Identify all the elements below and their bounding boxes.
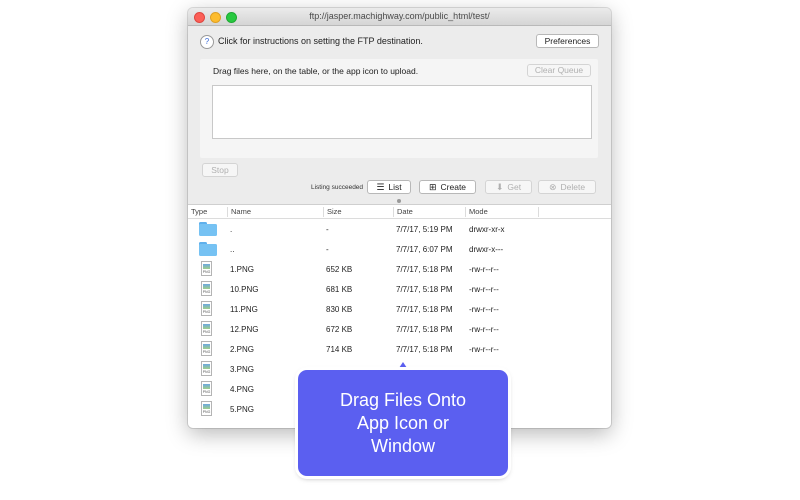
- list-button[interactable]: ☰ List: [367, 180, 411, 194]
- file-size: -: [326, 225, 329, 234]
- column-header-date[interactable]: Date: [394, 207, 466, 217]
- file-date: 7/7/17, 5:18 PM: [396, 305, 453, 314]
- file-name: ..: [230, 245, 235, 254]
- column-header-mode[interactable]: Mode: [466, 207, 539, 217]
- table-row[interactable]: PNG 11.PNG 830 KB 7/7/17, 5:18 PM -rw-r--r--: [188, 299, 611, 319]
- table-header: Type Name Size Date Mode: [188, 205, 611, 219]
- file-size: 830 KB: [326, 305, 353, 314]
- table-row[interactable]: PNG 2.PNG 714 KB 7/7/17, 5:18 PM -rw-r--r--: [188, 339, 611, 359]
- zoom-window-button[interactable]: [226, 12, 237, 23]
- delete-label: Delete: [560, 182, 586, 192]
- split-view-divider[interactable]: [188, 199, 611, 203]
- column-header-type[interactable]: Type: [188, 207, 228, 217]
- toolbar: Listing succeeded ☰ List ⊞ Create ⬇ Get …: [188, 180, 611, 196]
- file-mode: drwxr-xr-x: [469, 225, 505, 234]
- list-icon: ☰: [376, 182, 385, 192]
- png-file-icon: PNG: [201, 401, 212, 416]
- upload-drop-area[interactable]: Drag files here, on the table, or the ap…: [200, 59, 598, 158]
- file-date: 7/7/17, 5:19 PM: [396, 225, 453, 234]
- png-file-icon: PNG: [201, 261, 212, 276]
- file-name: 3.PNG: [230, 365, 255, 374]
- drop-instructions: Drag files here, on the table, or the ap…: [213, 66, 419, 76]
- file-date: 7/7/17, 5:18 PM: [396, 285, 453, 294]
- callout-text: Drag Files Onto App Icon or Window: [298, 389, 508, 458]
- file-name: 2.PNG: [230, 345, 255, 354]
- file-name: 1.PNG: [230, 265, 255, 274]
- file-name: 12.PNG: [230, 325, 259, 334]
- file-mode: -rw-r--r--: [469, 305, 499, 314]
- instructions-text: Click for instructions on setting the FT…: [218, 36, 423, 46]
- file-mode: -rw-r--r--: [469, 325, 499, 334]
- callout-line-3: Window: [370, 436, 436, 456]
- file-name: .: [230, 225, 233, 234]
- table-row[interactable]: PNG 12.PNG 672 KB 7/7/17, 5:18 PM -rw-r--r--: [188, 319, 611, 339]
- file-mode: -rw-r--r--: [469, 345, 499, 354]
- table-row[interactable]: PNG 10.PNG 681 KB 7/7/17, 5:18 PM -rw-r--r--: [188, 279, 611, 299]
- create-label: Create: [440, 182, 467, 192]
- file-name: 10.PNG: [230, 285, 259, 294]
- stop-button[interactable]: Stop: [202, 163, 238, 177]
- get-button[interactable]: ⬇ Get: [485, 180, 532, 194]
- minimize-window-button[interactable]: [210, 12, 221, 23]
- file-size: -: [326, 245, 329, 254]
- file-date: 7/7/17, 5:18 PM: [396, 345, 453, 354]
- create-folder-icon: ⊞: [428, 182, 437, 192]
- window-title: ftp://jasper.machighway.com/public_html/…: [309, 11, 490, 21]
- get-label: Get: [507, 182, 522, 192]
- file-mode: -rw-r--r--: [469, 265, 499, 274]
- file-mode: -rw-r--r--: [469, 285, 499, 294]
- file-name: 11.PNG: [230, 305, 258, 314]
- png-file-icon: PNG: [201, 321, 212, 336]
- table-row[interactable]: .. - 7/7/17, 6:07 PM drwxr-x---: [188, 239, 611, 259]
- folder-icon: [199, 222, 217, 236]
- delete-button[interactable]: ⊗ Delete: [538, 180, 596, 194]
- file-name: 4.PNG: [230, 385, 255, 394]
- file-size: 672 KB: [326, 325, 353, 334]
- folder-icon: [199, 242, 217, 256]
- delete-x-icon: ⊗: [548, 182, 557, 192]
- table-row[interactable]: . - 7/7/17, 5:19 PM drwxr-xr-x: [188, 219, 611, 239]
- clear-queue-button[interactable]: Clear Queue: [527, 64, 591, 77]
- preferences-button[interactable]: Preferences: [536, 34, 599, 48]
- file-size: 681 KB: [326, 285, 353, 294]
- file-size: 714 KB: [326, 345, 353, 354]
- title-bar: ftp://jasper.machighway.com/public_html/…: [188, 8, 611, 26]
- status-text: Listing succeeded: [311, 184, 364, 191]
- create-button[interactable]: ⊞ Create: [419, 180, 476, 194]
- png-file-icon: PNG: [201, 381, 212, 396]
- column-header-size[interactable]: Size: [324, 207, 394, 217]
- file-name: 5.PNG: [230, 405, 255, 414]
- list-label: List: [388, 182, 402, 192]
- png-file-icon: PNG: [201, 361, 212, 376]
- instructions-row: ? Click for instructions on setting the …: [200, 34, 599, 50]
- callout-line-1: Drag Files Onto: [339, 390, 467, 410]
- file-size: 652 KB: [326, 265, 353, 274]
- png-file-icon: PNG: [201, 281, 212, 296]
- upload-queue-list[interactable]: [212, 85, 592, 139]
- table-row[interactable]: PNG 1.PNG 652 KB 7/7/17, 5:18 PM -rw-r--r--: [188, 259, 611, 279]
- file-date: 7/7/17, 6:07 PM: [396, 245, 453, 254]
- file-date: 7/7/17, 5:18 PM: [396, 265, 453, 274]
- promo-callout: Drag Files Onto App Icon or Window: [298, 370, 508, 476]
- file-date: 7/7/17, 5:18 PM: [396, 325, 453, 334]
- help-icon[interactable]: ?: [200, 35, 214, 49]
- file-mode: drwxr-x---: [469, 245, 504, 254]
- callout-line-2: App Icon or: [356, 413, 450, 433]
- divider-handle-icon[interactable]: [397, 199, 401, 203]
- traffic-lights: [194, 12, 237, 23]
- close-window-button[interactable]: [194, 12, 205, 23]
- png-file-icon: PNG: [201, 301, 212, 316]
- column-header-name[interactable]: Name: [228, 207, 324, 217]
- png-file-icon: PNG: [201, 341, 212, 356]
- download-arrow-icon: ⬇: [495, 182, 504, 192]
